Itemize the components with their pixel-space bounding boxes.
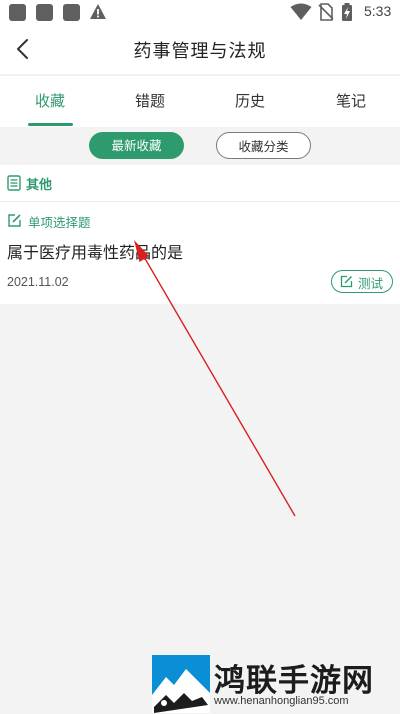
favorite-category-button[interactable]: 收藏分类 (216, 132, 311, 159)
question-card[interactable]: 单项选择题 属于医疗用毒性药品的是 2021.11.02 测试 (0, 202, 400, 304)
no-sim-icon (318, 3, 334, 21)
app-icon (36, 4, 53, 21)
tab-notes[interactable]: 笔记 (321, 90, 381, 111)
app-header: 药事管理与法规 (0, 24, 400, 74)
battery-charging-icon (342, 3, 352, 21)
tab-indicator (28, 123, 73, 126)
edit-icon (8, 214, 21, 227)
watermark-title: 鸿联手游网 (214, 663, 374, 699)
status-time: 5:33 (364, 3, 392, 19)
wifi-icon (290, 3, 312, 20)
category-header: 其他 (0, 165, 400, 202)
watermark: 鸿联手游网 www.henanhonglian95.com (152, 655, 396, 713)
tab-history[interactable]: 历史 (220, 90, 280, 111)
tab-favorites[interactable]: 收藏 (20, 90, 80, 111)
watermark-url: www.henanhonglian95.com (214, 695, 349, 707)
page-title: 药事管理与法规 (133, 41, 267, 62)
test-button-label: 测试 (358, 276, 384, 291)
question-date: 2021.11.02 (7, 275, 69, 289)
app-icon (9, 4, 26, 21)
latest-favorites-button[interactable]: 最新收藏 (89, 132, 184, 159)
filter-bar: 最新收藏 收藏分类 (0, 127, 400, 165)
watermark-logo (152, 655, 210, 713)
tab-wrong-questions[interactable]: 错题 (120, 90, 180, 111)
question-text[interactable]: 属于医疗用毒性药品的是 (7, 239, 183, 263)
category-label: 其他 (26, 178, 53, 193)
warning-icon (90, 4, 106, 19)
test-button[interactable]: 测试 (331, 270, 393, 293)
tab-bar: 收藏 错题 历史 笔记 (0, 75, 400, 128)
app-icon (63, 4, 80, 21)
status-bar: 5:33 (0, 0, 400, 24)
edit-box-icon (340, 275, 353, 288)
question-type-label: 单项选择题 (28, 215, 91, 230)
document-list-icon (7, 175, 21, 191)
